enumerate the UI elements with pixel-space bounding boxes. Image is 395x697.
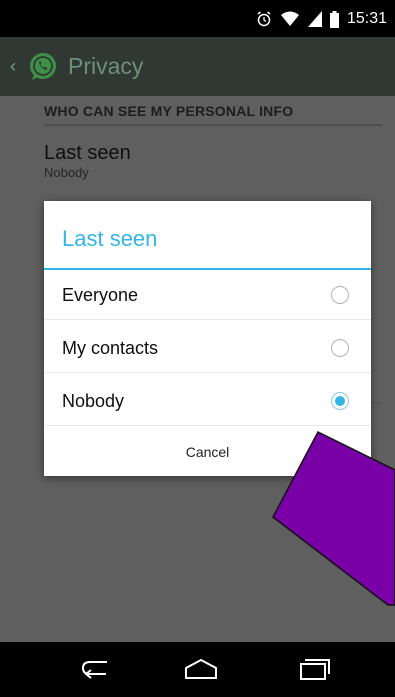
back-icon[interactable] bbox=[77, 656, 117, 682]
purple-annotation-shape bbox=[272, 431, 395, 606]
home-icon[interactable] bbox=[181, 656, 221, 682]
navigation-bar bbox=[0, 642, 395, 697]
recents-icon[interactable] bbox=[292, 656, 332, 682]
